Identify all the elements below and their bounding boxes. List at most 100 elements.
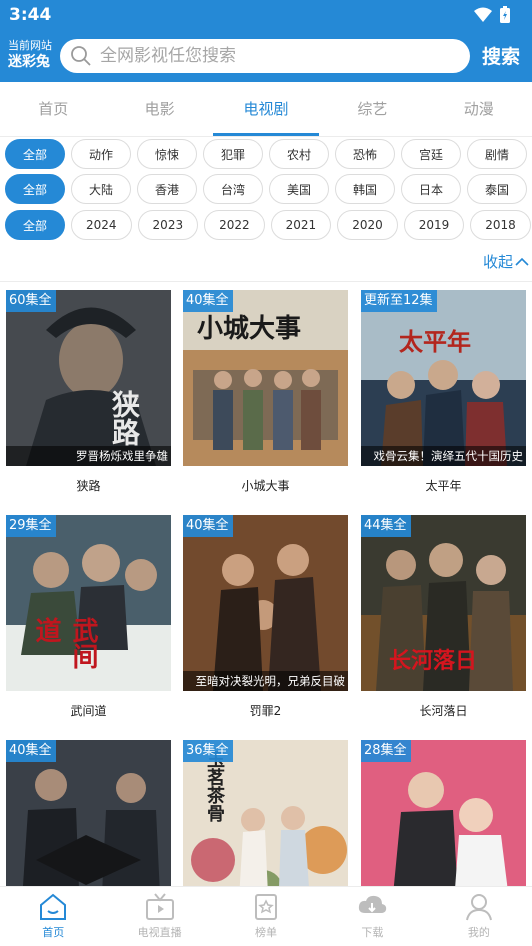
poster[interactable]: 40集全 至暗对决裂光明，兄弟反目破 bbox=[183, 515, 348, 691]
video-card[interactable]: 武间道 29集全 武间道 bbox=[6, 515, 171, 719]
tab-tv-series[interactable]: 电视剧 bbox=[212, 82, 320, 136]
nav-tv-live-label: 电视直播 bbox=[137, 926, 182, 939]
video-title[interactable]: 武间道 bbox=[6, 702, 171, 719]
episode-badge: 40集全 bbox=[6, 740, 56, 762]
tab-movies[interactable]: 电影 bbox=[106, 82, 212, 136]
poster-art bbox=[183, 515, 348, 691]
status-icons bbox=[474, 5, 510, 23]
region-chip[interactable]: 香港 bbox=[137, 174, 197, 204]
poster[interactable]: 长河落日 44集全 bbox=[361, 515, 526, 691]
year-chip[interactable]: 2018 bbox=[470, 210, 531, 240]
nav-home[interactable]: 首页 bbox=[0, 887, 106, 946]
tab-variety[interactable]: 综艺 bbox=[319, 82, 425, 136]
video-title[interactable]: 罚罪2 bbox=[183, 702, 348, 719]
poster-title-art: 长河落日 bbox=[389, 648, 478, 674]
nav-profile-label: 我的 bbox=[467, 926, 490, 939]
status-bar: 3:44 bbox=[0, 0, 532, 30]
video-card[interactable]: 40集全 至暗对决裂光明，兄弟反目破 罚罪2 bbox=[183, 515, 348, 719]
genre-chip[interactable]: 宫廷 bbox=[401, 139, 461, 169]
genre-chip-all[interactable]: 全部 bbox=[5, 139, 65, 169]
bottom-navigation: 首页 电视直播 榜单 下载 我的 bbox=[0, 886, 532, 946]
year-chip[interactable]: 2022 bbox=[204, 210, 265, 240]
video-title[interactable]: 太平年 bbox=[361, 477, 526, 494]
tab-home[interactable]: 首页 bbox=[0, 82, 106, 136]
nav-download-label: 下载 bbox=[361, 926, 384, 939]
download-icon bbox=[359, 895, 387, 913]
region-chip[interactable]: 泰国 bbox=[467, 174, 527, 204]
collapse-label: 收起 bbox=[482, 253, 513, 271]
poster[interactable]: 武间道 29集全 bbox=[6, 515, 171, 691]
video-title[interactable]: 小城大事 bbox=[183, 477, 348, 494]
episode-badge: 29集全 bbox=[6, 515, 56, 537]
battery-icon bbox=[500, 5, 510, 23]
episode-badge: 36集全 bbox=[183, 740, 233, 762]
year-chip[interactable]: 2023 bbox=[137, 210, 199, 240]
current-site-name: 迷彩兔 bbox=[8, 54, 50, 70]
year-chip[interactable]: 2020 bbox=[337, 210, 398, 240]
search-icon bbox=[71, 46, 91, 66]
video-card[interactable]: 太平年 更新至12集 戏骨云集！演绎五代十国历史 太平年 bbox=[361, 290, 526, 494]
episode-badge: 更新至12集 bbox=[361, 290, 437, 312]
region-chip[interactable]: 大陆 bbox=[71, 174, 131, 204]
poster-art bbox=[6, 290, 171, 466]
genre-chip[interactable]: 犯罪 bbox=[203, 139, 263, 169]
video-title[interactable]: 狭路 bbox=[6, 477, 171, 494]
episode-badge: 60集全 bbox=[6, 290, 56, 312]
genre-chip[interactable]: 剧情 bbox=[467, 139, 527, 169]
year-chip[interactable]: 2024 bbox=[71, 210, 132, 240]
poster[interactable]: 狭路 60集全 罗晋杨烁戏里争雄 bbox=[6, 290, 171, 466]
region-filter-row: 全部 大陆 香港 台湾 美国 韩国 日本 泰国 bbox=[5, 174, 527, 204]
poster-art bbox=[361, 290, 526, 466]
nav-ranking[interactable]: 榜单 bbox=[213, 887, 319, 946]
region-chip-all[interactable]: 全部 bbox=[5, 174, 65, 204]
genre-chip[interactable]: 动作 bbox=[71, 139, 131, 169]
poster-caption: 戏骨云集！演绎五代十国历史 bbox=[361, 446, 526, 466]
poster-title-art: 武间道 bbox=[31, 617, 98, 669]
wifi-icon bbox=[474, 7, 492, 22]
tab-anime[interactable]: 动漫 bbox=[426, 82, 532, 136]
top-bar: 3:44 当前网站 迷彩兔 搜索 bbox=[0, 0, 532, 82]
current-site-caption: 当前网站 bbox=[8, 39, 52, 52]
poster-caption: 罗晋杨烁戏里争雄 bbox=[6, 446, 171, 466]
episode-badge: 40集全 bbox=[183, 515, 233, 537]
tab-divider bbox=[0, 136, 532, 137]
category-tabs: 首页 电影 电视剧 综艺 动漫 bbox=[0, 82, 532, 136]
poster-title-art: 太平年 bbox=[399, 327, 471, 356]
grid-divider bbox=[0, 281, 532, 282]
episode-badge: 40集全 bbox=[183, 290, 233, 312]
poster-caption: 至暗对决裂光明，兄弟反目破 bbox=[183, 671, 348, 691]
nav-download[interactable]: 下载 bbox=[319, 887, 425, 946]
video-title[interactable]: 长河落日 bbox=[361, 702, 526, 719]
region-chip[interactable]: 韩国 bbox=[335, 174, 395, 204]
region-chip[interactable]: 日本 bbox=[401, 174, 461, 204]
year-chip-all[interactable]: 全部 bbox=[5, 210, 65, 240]
year-chip[interactable]: 2019 bbox=[403, 210, 465, 240]
collapse-filters-button[interactable]: 收起 bbox=[483, 251, 529, 272]
genre-chip[interactable]: 恐怖 bbox=[335, 139, 395, 169]
header: 当前网站 迷彩兔 搜索 bbox=[0, 30, 532, 82]
video-card[interactable]: 狭路 60集全 罗晋杨烁戏里争雄 狭路 bbox=[6, 290, 171, 494]
poster[interactable]: 小城大事 40集全 bbox=[183, 290, 348, 466]
poster[interactable]: 太平年 更新至12集 戏骨云集！演绎五代十国历史 bbox=[361, 290, 526, 466]
search-input[interactable] bbox=[100, 46, 430, 66]
genre-chip[interactable]: 农村 bbox=[269, 139, 329, 169]
nav-ranking-label: 榜单 bbox=[255, 926, 278, 939]
search-box[interactable] bbox=[60, 39, 470, 73]
region-chip[interactable]: 台湾 bbox=[203, 174, 263, 204]
app-screen: 3:44 当前网站 迷彩兔 搜索 首页 电影 电视剧 综艺 动漫 全部 bbox=[0, 0, 532, 946]
video-card[interactable]: 小城大事 40集全 小城大事 bbox=[183, 290, 348, 494]
genre-chip[interactable]: 惊悚 bbox=[137, 139, 197, 169]
nav-tv-live[interactable]: 电视直播 bbox=[106, 887, 212, 946]
poster-title-art: 狭路 bbox=[108, 390, 141, 446]
region-chip[interactable]: 美国 bbox=[269, 174, 329, 204]
current-site[interactable]: 当前网站 迷彩兔 bbox=[8, 38, 56, 71]
episode-badge: 28集全 bbox=[361, 740, 411, 762]
search-button[interactable]: 搜索 bbox=[482, 42, 520, 69]
ranking-icon bbox=[255, 894, 278, 920]
nav-profile[interactable]: 我的 bbox=[426, 887, 532, 946]
video-card[interactable]: 长河落日 44集全 长河落日 bbox=[361, 515, 526, 719]
genre-filter-row: 全部 动作 惊悚 犯罪 农村 恐怖 宫廷 剧情 bbox=[5, 139, 527, 169]
chevron-up-icon bbox=[515, 257, 529, 266]
year-chip[interactable]: 2021 bbox=[270, 210, 332, 240]
home-icon bbox=[40, 893, 67, 920]
